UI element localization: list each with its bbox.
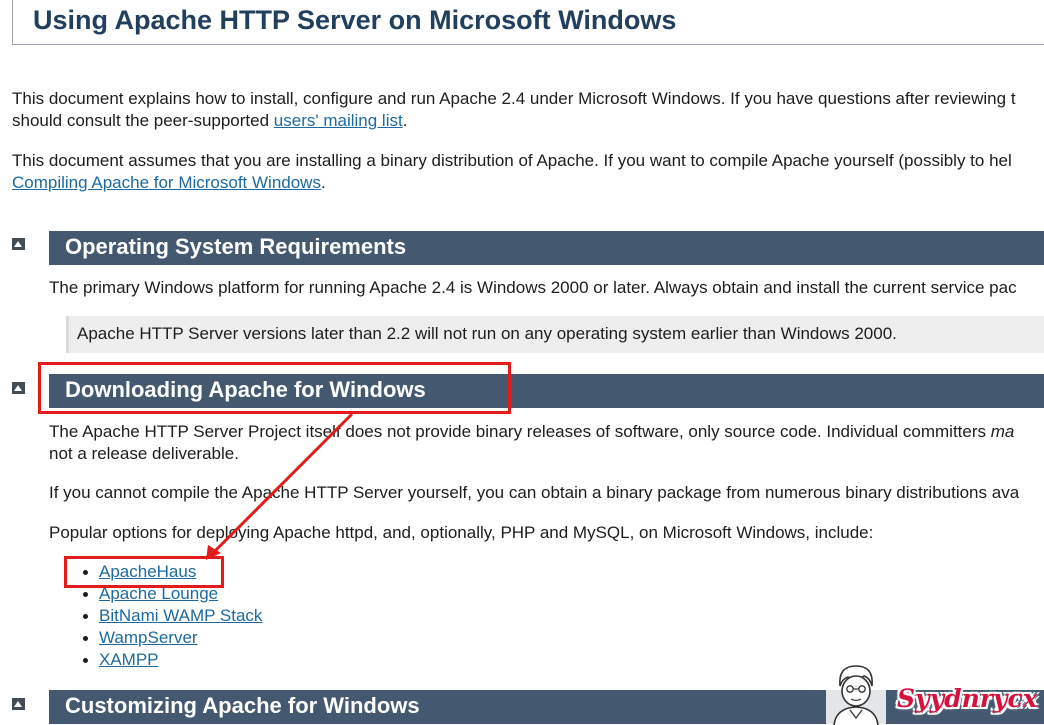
arrow-line [212, 412, 354, 554]
watermark-signature: Syydnrycx [897, 684, 1038, 713]
annotation-arrow [206, 412, 354, 560]
watermark-avatar-icon [826, 660, 886, 725]
